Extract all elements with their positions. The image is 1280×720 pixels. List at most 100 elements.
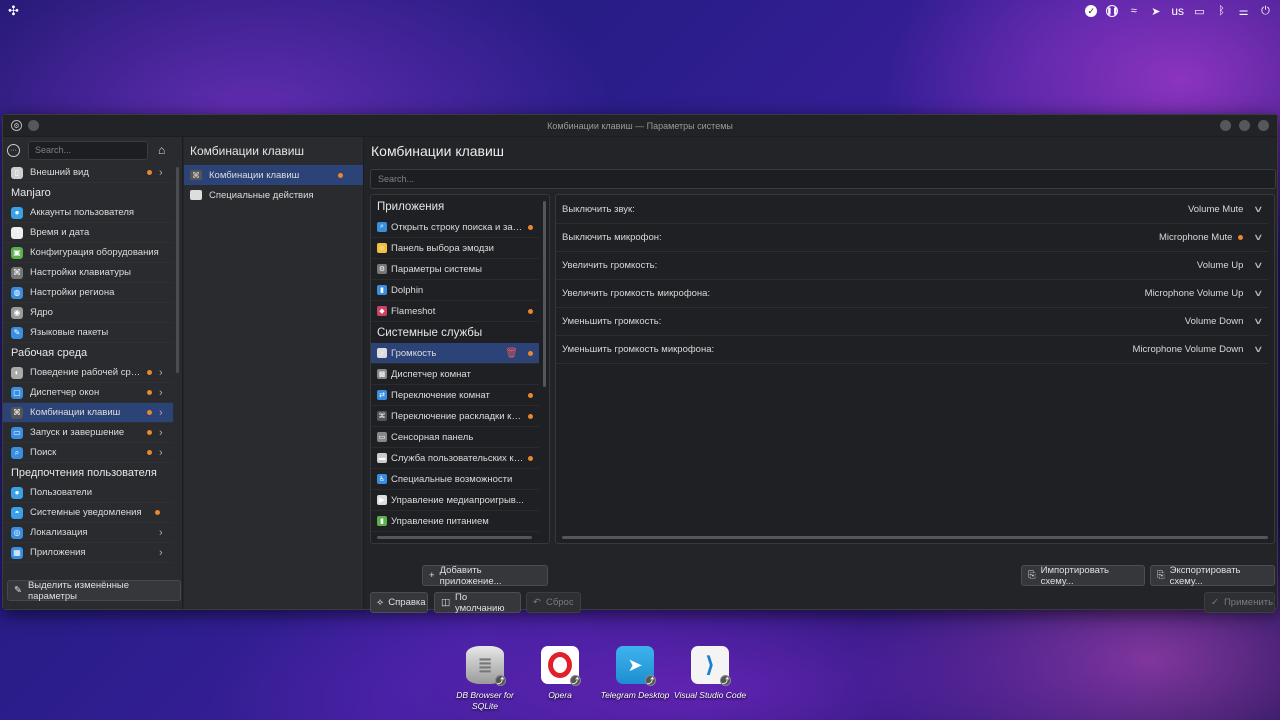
- sidebar-item[interactable]: ● Аккаунты пользователя: [3, 203, 173, 223]
- sidebar-item[interactable]: ▭ Запуск и завершение ›: [3, 423, 173, 443]
- component-item[interactable]: ⇄ Переключение комнат: [371, 385, 539, 406]
- power-icon[interactable]: ⏻: [1259, 5, 1272, 18]
- desktop-icon-vscode[interactable]: ⟩ ⤴ Visual Studio Code: [672, 646, 748, 701]
- desktop-icon-telegram[interactable]: ➤ ⤴ Telegram Desktop: [597, 646, 673, 701]
- sidebar-item[interactable]: ● Пользователи: [3, 483, 173, 503]
- sidebar-item[interactable]: ▣ Конфигурация оборудования: [3, 243, 173, 263]
- component-list-items: Приложения ⌕ Открыть строку поиска и зап..…: [371, 195, 549, 532]
- expand-chevron-icon[interactable]: ∨: [1253, 316, 1264, 327]
- component-item[interactable]: ♪ Громкость 🗑: [371, 343, 539, 364]
- component-item[interactable]: ▬ Служба пользовательских ко...: [371, 448, 539, 469]
- expand-chevron-icon[interactable]: ∨: [1253, 232, 1264, 243]
- shortcut-list-hscrollbar[interactable]: [562, 536, 1268, 539]
- sidebar-item[interactable]: ⌘ Настройки клавиатуры: [3, 263, 173, 283]
- component-item[interactable]: ▭ Сенсорная панель: [371, 427, 539, 448]
- sidebar-item[interactable]: ◉ Ядро: [3, 303, 173, 323]
- component-item[interactable]: ▶ Управление медиапроигрыв...: [371, 490, 539, 511]
- telegram-icon[interactable]: ➤: [1149, 5, 1162, 18]
- sidebar-section-header: Предпочтения пользователя: [11, 467, 157, 479]
- sidebar-item[interactable]: ◎ Локализация ›: [3, 523, 173, 543]
- export-scheme-button[interactable]: ⎘ Экспортировать схему...: [1150, 565, 1275, 587]
- minimize-button[interactable]: [1220, 120, 1231, 131]
- component-item[interactable]: ⌕ Открыть строку поиска и зап...: [371, 217, 539, 238]
- check-circle-icon[interactable]: ✓: [1085, 5, 1098, 17]
- component-item[interactable]: ☺ Панель выбора эмодзи: [371, 238, 539, 259]
- hardware-icon: ▣: [11, 246, 23, 259]
- sidebar-item[interactable]: ◔ Время и дата: [3, 223, 173, 243]
- add-application-button[interactable]: + Добавить приложение...: [422, 565, 548, 587]
- shortcut-list: Выключить звук: Volume Mute ∨ Выключить мик…: [555, 194, 1275, 544]
- display-icon[interactable]: ▭: [1193, 5, 1206, 18]
- app-launcher-icon[interactable]: ✣: [8, 3, 19, 19]
- changed-indicator: [147, 370, 152, 375]
- service-icon: ▬: [377, 453, 387, 463]
- changed-indicator: [147, 430, 152, 435]
- shortcut-row[interactable]: Выключить микрофон: Microphone Mute ∨: [556, 224, 1268, 252]
- keyboard-layout-label[interactable]: us: [1171, 4, 1184, 18]
- component-item[interactable]: ▩ Диспетчер комнат: [371, 364, 539, 385]
- component-item[interactable]: ⌘ Переключение раскладки кл...: [371, 406, 539, 427]
- component-item[interactable]: ▮ Управление питанием: [371, 511, 539, 532]
- apply-button[interactable]: ✓ Применить: [1204, 592, 1275, 613]
- import-scheme-button[interactable]: ⎘ Импортировать схему...: [1021, 565, 1145, 587]
- shortcut-row[interactable]: Уменьшить громкость микрофона: Microphone…: [556, 336, 1268, 364]
- sidebar-item[interactable]: ▦ Приложения ›: [3, 543, 173, 563]
- subitem-label: Специальные действия: [209, 189, 314, 201]
- sidebar-item[interactable]: ◍ Настройки региона: [3, 283, 173, 303]
- sidebar-item[interactable]: ▢ Диспетчер окон ›: [3, 383, 173, 403]
- sidebar-scrollbar[interactable]: [176, 167, 179, 373]
- component-list-hscrollbar[interactable]: [377, 536, 532, 539]
- defaults-label: По умолчанию: [454, 591, 505, 614]
- defaults-button[interactable]: ◫ По умолчанию: [434, 591, 521, 614]
- sidebar-item[interactable]: ✎ Языковые пакеты: [3, 323, 173, 343]
- settings-icon: ⚙: [377, 264, 387, 274]
- menu-icon[interactable]: ···: [7, 143, 20, 157]
- sidebar-item[interactable]: ◓ Системные уведомления: [3, 503, 173, 523]
- expand-chevron-icon[interactable]: ∨: [1253, 344, 1264, 355]
- link-icon: ⤴: [645, 675, 656, 686]
- chevron-right-icon: ›: [159, 526, 163, 539]
- component-list-scrollbar[interactable]: [543, 201, 546, 387]
- app-icon[interactable]: ⚙: [11, 120, 22, 131]
- shortcut-row[interactable]: Выключить звук: Volume Mute ∨: [556, 196, 1268, 224]
- desktop-icon-opera[interactable]: ⤴ Opera: [522, 646, 598, 701]
- shortcut-action-label: Выключить микрофон:: [562, 232, 662, 243]
- shortcut-row[interactable]: Увеличить громкость микрофона: Microphone…: [556, 280, 1268, 308]
- settings-toggle-icon[interactable]: ⚌: [1237, 5, 1250, 18]
- desktop-icon-db-browser[interactable]: ≣ ⤴ DB Browser for SQLite: [447, 646, 523, 712]
- component-item[interactable]: ▮ Dolphin: [371, 280, 539, 301]
- sidebar-item[interactable]: ▯ Внешний вид ›: [3, 163, 173, 183]
- home-icon[interactable]: ⌂: [158, 143, 165, 157]
- shortcut-key-label: Microphone Volume Up: [1144, 288, 1244, 299]
- help-button[interactable]: ⟡ Справка: [370, 592, 428, 613]
- shortcut-row[interactable]: Уменьшить громкость: Volume Down ∨: [556, 308, 1268, 336]
- desktop-icon-label: Telegram Desktop: [600, 690, 670, 700]
- shortcut-row[interactable]: Увеличить громкость: Volume Up ∨: [556, 252, 1268, 280]
- import-icon: ⎘: [1028, 570, 1036, 581]
- pause-circle-icon[interactable]: ❚❚: [1106, 5, 1119, 17]
- subitem-special-actions[interactable]: Специальные действия: [184, 185, 363, 205]
- trash-icon[interactable]: 🗑: [505, 348, 518, 359]
- expand-chevron-icon[interactable]: ∨: [1253, 288, 1264, 299]
- title-bar[interactable]: ⚙ Комбинации клавиш — Параметры системы: [3, 115, 1277, 137]
- brush-icon: ▯: [11, 166, 23, 179]
- component-item[interactable]: ◆ Flameshot: [371, 301, 539, 322]
- pin-button[interactable]: [28, 120, 39, 131]
- expand-chevron-icon[interactable]: ∨: [1253, 260, 1264, 271]
- sidebar-item[interactable]: ◐ Поведение рабочей сре... ›: [3, 363, 173, 383]
- sidebar-item[interactable]: ⌕ Поиск ›: [3, 443, 173, 463]
- component-item[interactable]: ⚙ Параметры системы: [371, 259, 539, 280]
- shortcut-key-label: Volume Mute: [1187, 204, 1244, 215]
- component-item[interactable]: ♿ Специальные возможности: [371, 469, 539, 490]
- shortcut-search-input[interactable]: Search...: [370, 169, 1276, 189]
- sidebar-search-input[interactable]: Search...: [28, 140, 148, 160]
- close-button[interactable]: [1258, 120, 1269, 131]
- maximize-button[interactable]: [1239, 120, 1250, 131]
- bluetooth-icon[interactable]: ᛒ: [1215, 5, 1228, 18]
- subitem-shortcuts[interactable]: ⌘ Комбинации клавиш: [184, 165, 363, 185]
- highlight-changed-button[interactable]: ✎ Выделить изменённые параметры: [7, 580, 181, 602]
- expand-chevron-icon[interactable]: ∨: [1253, 204, 1264, 215]
- flame-icon[interactable]: ≈: [1127, 5, 1140, 18]
- sidebar-item[interactable]: ⌘ Комбинации клавиш ›: [3, 403, 173, 423]
- reset-button[interactable]: ↶ Сброс: [526, 592, 581, 613]
